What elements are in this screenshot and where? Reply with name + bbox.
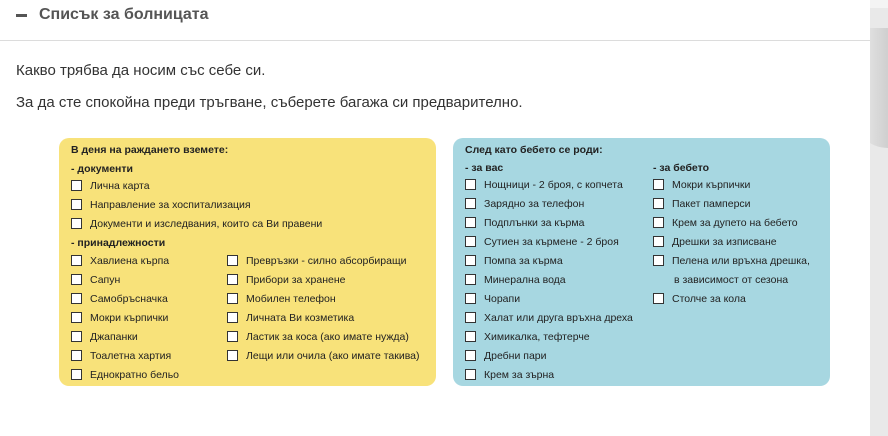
list-item-continuation: в зависимост от сезона: [674, 274, 789, 286]
list-item[interactable]: Зарядно за телефон: [465, 197, 584, 213]
checkbox[interactable]: [653, 292, 664, 304]
list-item[interactable]: Пелена или връхна дрешка,: [653, 254, 810, 270]
checkbox[interactable]: [71, 217, 82, 229]
checkbox[interactable]: [465, 178, 476, 190]
checkbox[interactable]: [71, 368, 82, 380]
checkbox[interactable]: [71, 179, 82, 191]
for-you-heading: - за вас: [465, 162, 504, 174]
list-item[interactable]: Лична карта: [71, 179, 150, 195]
checkbox[interactable]: [71, 292, 82, 304]
list-item[interactable]: Ластик за коса (ако имате нужда): [227, 330, 409, 346]
list-item[interactable]: Минерална вода: [465, 273, 566, 289]
list-item[interactable]: Чорапи: [465, 292, 520, 308]
checkbox[interactable]: [653, 235, 664, 247]
checkbox[interactable]: [227, 330, 238, 342]
checkbox[interactable]: [465, 216, 476, 228]
list-item[interactable]: Сапун: [71, 273, 120, 289]
for-baby-heading: - за бебето: [653, 162, 710, 174]
checkbox[interactable]: [465, 292, 476, 304]
list-item[interactable]: Подплънки за кърма: [465, 216, 584, 232]
hospital-list-panel: Списък за болницата Какво трябва да носи…: [0, 0, 870, 436]
checkbox[interactable]: [653, 216, 664, 228]
checkbox[interactable]: [71, 311, 82, 323]
checkbox[interactable]: [71, 254, 82, 266]
section-title: Списък за болницата: [39, 6, 209, 23]
after-birth-card: След като бебето се роди: - за вас - за …: [453, 138, 830, 386]
documents-heading: - документи: [71, 163, 133, 175]
list-item[interactable]: Мокри кърпички: [653, 178, 750, 194]
intro-line-1: Какво трябва да носим със себе си.: [16, 62, 266, 79]
birth-day-card: В деня на раждането вземете: - документи…: [59, 138, 436, 386]
list-item[interactable]: Нощници - 2 броя, с копчета: [465, 178, 623, 194]
checkbox[interactable]: [71, 273, 82, 285]
list-item[interactable]: Тоалетна хартия: [71, 349, 171, 365]
checkbox[interactable]: [653, 254, 664, 266]
list-item[interactable]: Сутиен за кърмене - 2 броя: [465, 235, 619, 251]
list-item[interactable]: Прибори за хранене: [227, 273, 346, 289]
list-item[interactable]: Помпа за кърма: [465, 254, 563, 270]
checkbox[interactable]: [465, 235, 476, 247]
list-item[interactable]: Мобилен телефон: [227, 292, 336, 308]
list-item[interactable]: Столче за кола: [653, 292, 746, 308]
card-title: След като бебето се роди:: [465, 144, 603, 156]
list-item[interactable]: Дрешки за изписване: [653, 235, 777, 251]
list-item[interactable]: Лещи или очила (ако имате такива): [227, 349, 420, 365]
checkbox[interactable]: [71, 330, 82, 342]
list-item[interactable]: Самобръсначка: [71, 292, 168, 308]
checkbox[interactable]: [71, 198, 82, 210]
list-item[interactable]: Джапанки: [71, 330, 138, 346]
checkbox[interactable]: [71, 349, 82, 361]
checkbox[interactable]: [465, 349, 476, 361]
checkbox[interactable]: [227, 292, 238, 304]
card-title: В деня на раждането вземете:: [71, 144, 229, 156]
list-item[interactable]: Направление за хоспитализация: [71, 198, 251, 214]
list-item[interactable]: Еднократно бельо: [71, 368, 179, 384]
checkbox[interactable]: [653, 178, 664, 190]
list-item[interactable]: Химикалка, тефтерче: [465, 330, 590, 346]
list-item[interactable]: Халат или друга връхна дреха: [465, 311, 633, 327]
accordion-header[interactable]: Списък за болницата: [0, 0, 870, 41]
list-item[interactable]: Хавлиена кърпа: [71, 254, 169, 270]
checkbox[interactable]: [653, 197, 664, 209]
list-item[interactable]: Дребни пари: [465, 349, 547, 365]
checkbox[interactable]: [465, 273, 476, 285]
checkbox[interactable]: [465, 330, 476, 342]
list-item[interactable]: Крем за зърна: [465, 368, 554, 384]
checkbox[interactable]: [227, 273, 238, 285]
list-item[interactable]: Пакет памперси: [653, 197, 751, 213]
list-item[interactable]: Мокри кърпички: [71, 311, 168, 327]
checkbox[interactable]: [227, 254, 238, 266]
checkbox[interactable]: [465, 197, 476, 209]
list-item[interactable]: Личната Ви козметика: [227, 311, 354, 327]
minus-icon[interactable]: [16, 14, 27, 17]
list-item[interactable]: Крем за дупето на бебето: [653, 216, 798, 232]
checkbox[interactable]: [465, 368, 476, 380]
checkbox[interactable]: [465, 311, 476, 323]
checkbox[interactable]: [227, 311, 238, 323]
intro-line-2: За да сте спокойна преди тръгване, събер…: [16, 94, 523, 111]
belongings-heading: - принадлежности: [71, 237, 166, 249]
list-item[interactable]: Документи и изследвания, които са Ви пра…: [71, 217, 322, 233]
checkbox[interactable]: [227, 349, 238, 361]
list-item[interactable]: Превръзки - силно абсорбиращи: [227, 254, 406, 270]
checkbox[interactable]: [465, 254, 476, 266]
